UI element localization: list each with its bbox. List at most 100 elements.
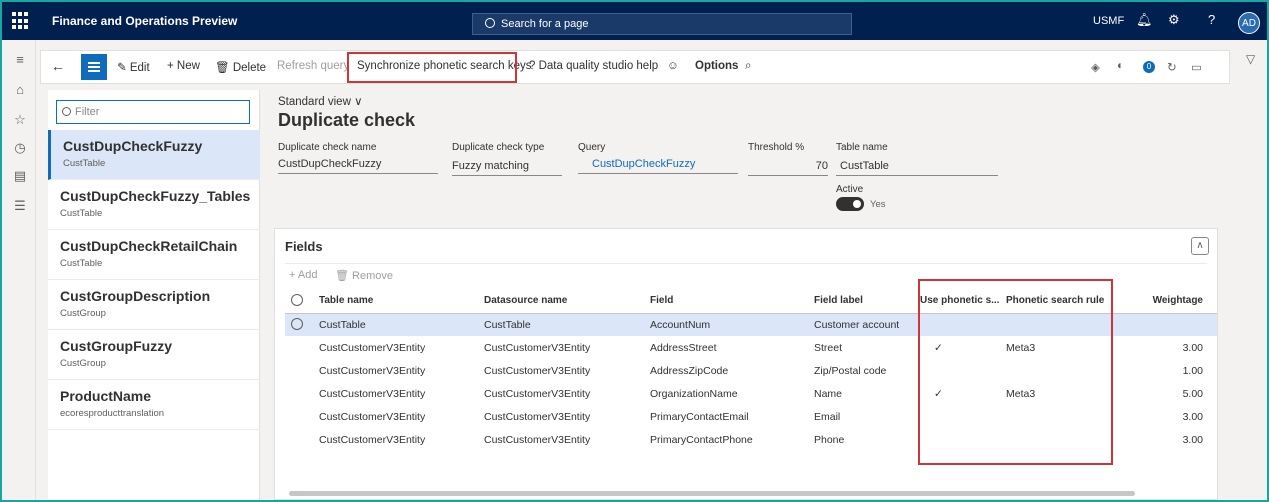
type-field[interactable]: Fuzzy matching	[452, 158, 562, 176]
options-button[interactable]: Options	[695, 60, 738, 72]
cell-datasource: CustCustomerV3Entity	[484, 410, 591, 423]
plus-icon: +	[167, 60, 174, 72]
remove-label: Remove	[352, 270, 393, 282]
select-all-circle[interactable]	[285, 289, 319, 314]
name-field[interactable]: CustDupCheckFuzzy	[278, 156, 438, 174]
page-title: Duplicate check	[278, 110, 416, 130]
list-item[interactable]: CustDupCheckFuzzy CustTable	[48, 130, 260, 180]
list-item[interactable]: CustGroupDescription CustGroup	[48, 280, 260, 330]
list-item-title: CustGroupFuzzy	[60, 338, 172, 354]
record-list-panel: Filter CustDupCheckFuzzy CustTable CustD…	[48, 90, 260, 502]
list-item[interactable]: CustDupCheckFuzzy_Tables CustTable	[48, 180, 260, 230]
type-label: Duplicate check type	[452, 142, 545, 153]
active-toggle[interactable]	[836, 197, 864, 211]
cell-field: AddressStreet	[650, 341, 717, 354]
list-item-subtitle: CustTable	[60, 208, 103, 219]
search-icon[interactable]: ⌕	[745, 60, 751, 73]
trash-icon: 🗑︎	[335, 270, 349, 282]
new-button[interactable]: + New	[167, 60, 200, 72]
company-selector[interactable]: USMF	[1093, 15, 1124, 27]
view-label: Standard view	[278, 96, 351, 108]
column-header-field[interactable]: Field	[650, 289, 814, 314]
cell-weightage: 3.00	[1182, 433, 1203, 446]
view-selector[interactable]: Standard view ∨	[278, 94, 363, 108]
home-icon[interactable]: ⌂	[12, 82, 28, 98]
search-placeholder: Search for a page	[501, 18, 589, 30]
app-title[interactable]: Finance and Operations Preview	[52, 14, 237, 28]
delete-button[interactable]: 🗑︎ Delete	[215, 60, 266, 74]
refresh-icon[interactable]: ↻	[1167, 60, 1177, 74]
cell-weightage: 3.00	[1182, 410, 1203, 423]
cell-datasource: CustCustomerV3Entity	[484, 387, 591, 400]
cell-field-label: Name	[814, 387, 843, 400]
list-item[interactable]: ProductName ecoresproducttranslation	[48, 380, 260, 430]
name-label: Duplicate check name	[278, 142, 377, 153]
pencil-icon: ✎	[117, 62, 127, 74]
smiley-icon[interactable]: ☺	[667, 60, 679, 72]
list-item[interactable]: CustDupCheckRetailChain CustTable	[48, 230, 260, 280]
plus-icon: +	[289, 269, 296, 281]
question-icon: ?	[529, 60, 536, 72]
query-label: Query	[578, 142, 606, 153]
cell-field-label: Phone	[814, 433, 845, 446]
row-select-circle[interactable]	[285, 313, 319, 336]
cell-weightage: 3.00	[1182, 341, 1203, 354]
query-field[interactable]: CustDupCheckFuzzy	[578, 156, 738, 174]
badge-count: 0	[1143, 61, 1155, 73]
edit-button[interactable]: ✎ Edit	[117, 60, 150, 74]
threshold-field[interactable]: 70	[748, 158, 828, 176]
clock-icon[interactable]: ◷	[12, 140, 28, 156]
workspace-icon[interactable]: ▤	[12, 168, 28, 184]
add-label: Add	[297, 269, 318, 281]
cell-table-name: CustCustomerV3Entity	[319, 433, 426, 446]
gear-icon[interactable]: ⚙	[1168, 12, 1180, 28]
horizontal-scrollbar[interactable]	[289, 491, 1135, 496]
open-in-new-window-icon[interactable]: ▭	[1191, 60, 1202, 74]
cell-datasource: CustCustomerV3Entity	[484, 364, 591, 377]
list-item-title: ProductName	[60, 388, 152, 404]
filter-icon[interactable]: ▽	[1246, 52, 1255, 66]
remove-field-button[interactable]: 🗑︎ Remove	[335, 269, 393, 282]
edit-label: Edit	[129, 62, 150, 74]
list-item-subtitle: CustTable	[60, 258, 103, 269]
column-header-table-name[interactable]: Table name	[319, 289, 484, 314]
cell-field: OrganizationName	[650, 387, 738, 400]
app-launcher-icon[interactable]	[12, 12, 30, 30]
hamburger-menu-icon[interactable]: ≡	[12, 52, 28, 68]
attachments-icon[interactable]: 0	[1143, 60, 1155, 73]
star-icon[interactable]: ☆	[12, 112, 28, 128]
action-pane: ← ✎ Edit + New 🗑︎ Delete Refresh query S…	[40, 50, 1230, 84]
cell-field-label: Zip/Postal code	[814, 364, 887, 377]
back-arrow-icon[interactable]: ←	[51, 58, 65, 74]
list-item-title: CustGroupDescription	[60, 288, 211, 304]
bell-icon[interactable]: 🔔︎	[1136, 12, 1153, 28]
chevron-up-icon[interactable]: ∧	[1191, 237, 1209, 255]
trash-icon: 🗑︎	[215, 62, 230, 74]
column-header-datasource[interactable]: Datasource name	[484, 289, 650, 314]
office-icon[interactable]: ◐	[1117, 60, 1124, 72]
modules-list-icon[interactable]: ☰	[12, 198, 28, 214]
table-name-field[interactable]: CustTable	[836, 158, 998, 176]
search-icon	[62, 107, 71, 116]
refresh-query-button[interactable]: Refresh query	[277, 60, 349, 72]
search-icon	[485, 18, 495, 28]
cell-field: PrimaryContactPhone	[650, 433, 753, 446]
list-item-subtitle: CustGroup	[60, 308, 106, 319]
list-toggle-button[interactable]	[81, 54, 107, 80]
help-button[interactable]: ? Data quality studio help	[529, 60, 658, 72]
chevron-down-icon: ∨	[354, 96, 363, 108]
active-value: Yes	[870, 199, 886, 210]
list-item[interactable]: CustGroupFuzzy CustGroup	[48, 330, 260, 380]
avatar[interactable]: AD	[1238, 12, 1260, 34]
page-search-input[interactable]: Search for a page	[472, 13, 852, 35]
cell-field-label: Email	[814, 410, 841, 423]
column-header-weightage[interactable]: Weightage	[1116, 289, 1217, 314]
help-icon[interactable]: ?	[1208, 12, 1215, 27]
filter-placeholder: Filter	[75, 106, 100, 118]
list-item-subtitle: ecoresproducttranslation	[60, 408, 165, 419]
power-apps-icon[interactable]: ◈	[1091, 60, 1100, 74]
add-field-button[interactable]: + Add	[289, 269, 317, 281]
column-header-field-label[interactable]: Field label	[814, 289, 920, 314]
cell-datasource: CustCustomerV3Entity	[484, 433, 591, 446]
filter-input[interactable]: Filter	[56, 100, 250, 124]
